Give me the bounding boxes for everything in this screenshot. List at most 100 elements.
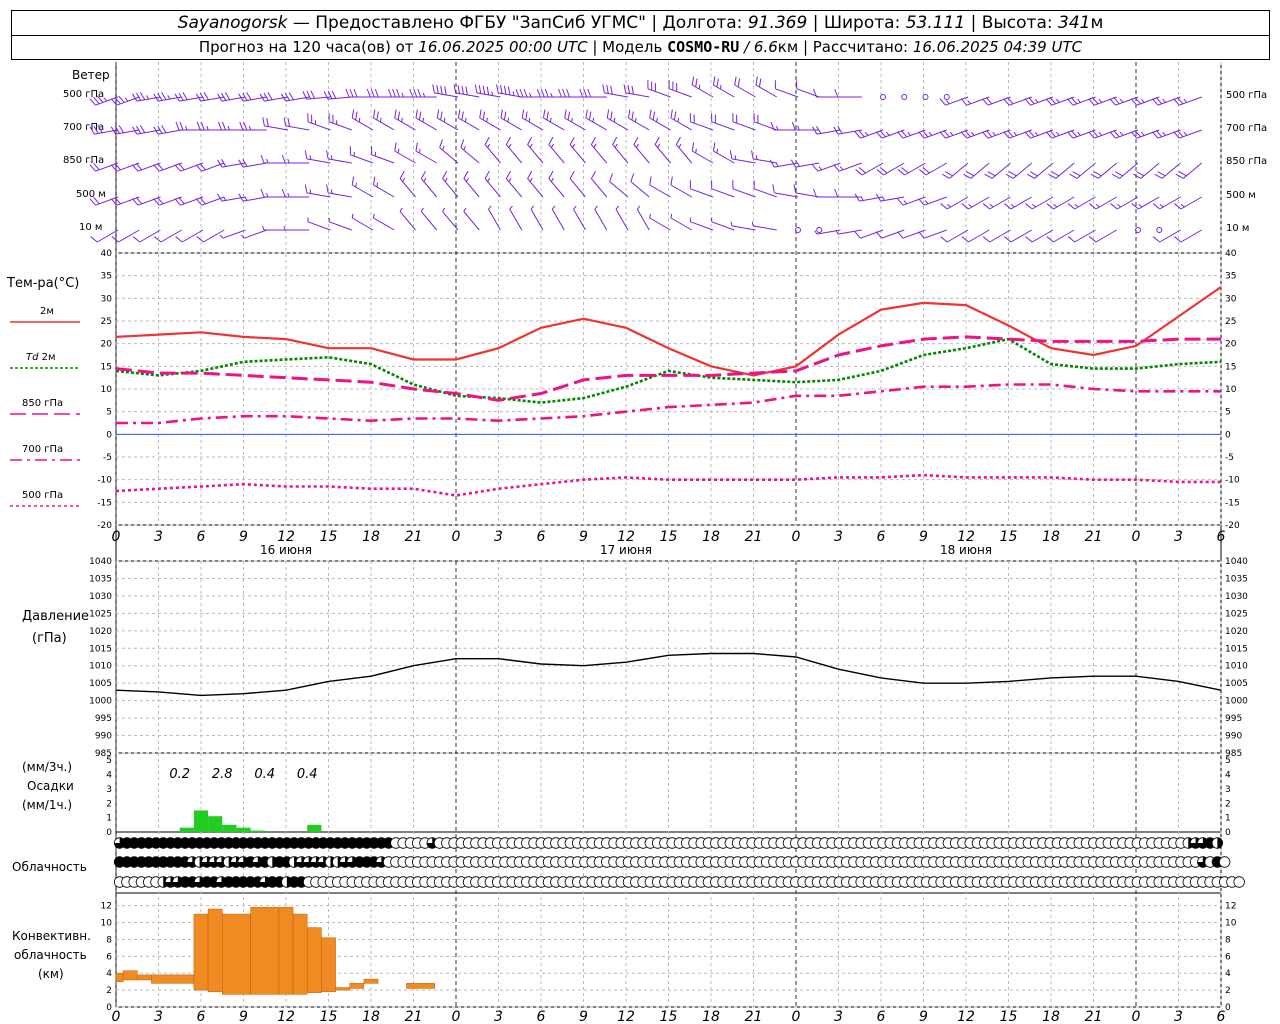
wind-barb-feather <box>712 76 716 86</box>
wind-barb-feather <box>858 130 865 138</box>
wind-barb-feather <box>413 88 418 98</box>
wind-barb-feather <box>737 78 741 88</box>
time-tick-label-bottom: 3 <box>494 1009 503 1024</box>
time-tick-label-bottom: 3 <box>154 1009 163 1024</box>
wind-barb-feather <box>944 171 953 177</box>
wind-barb-feather <box>630 173 635 182</box>
wind-barb-shaft <box>590 178 608 198</box>
wind-barb-feather <box>548 170 554 179</box>
wind-barb-feather <box>1025 203 1033 210</box>
wind-barb-half-feather <box>677 117 680 123</box>
wind-barb-feather <box>1070 130 1078 138</box>
wind-barb-feather <box>503 85 507 95</box>
wind-barb-shaft <box>670 217 693 231</box>
wind-barb-shaft <box>902 229 926 239</box>
wind-barb-half-feather <box>656 117 658 123</box>
time-tick-label-bottom: 21 <box>405 1009 423 1024</box>
wind-barb-half-feather <box>1034 98 1039 103</box>
conv-tick-left: 6 <box>106 952 112 962</box>
wind-barb-feather <box>349 88 354 98</box>
pressure-tick-left: 1035 <box>89 574 112 584</box>
wind-barb-feather <box>982 203 991 210</box>
wind-barb-half-feather <box>422 92 426 98</box>
wind-barb-feather <box>93 97 100 105</box>
temp-tick-right: 10 <box>1225 385 1237 395</box>
convective-cloud-bar <box>122 970 138 981</box>
wind-barb-shaft <box>181 229 204 243</box>
temp-tick-right: 5 <box>1225 408 1231 418</box>
wind-barb-shaft <box>551 208 565 231</box>
wind-barb-feather <box>218 121 222 131</box>
convective-cloud-bar <box>278 907 294 995</box>
wind-barb-feather <box>610 111 613 121</box>
wind-barb-feather <box>579 88 584 98</box>
wind-barb-feather <box>670 109 673 119</box>
wind-barb-feather <box>388 88 392 98</box>
day-label: 18 июня <box>940 543 992 557</box>
wind-barb-feather <box>544 88 549 98</box>
wind-barb-feather <box>897 131 904 139</box>
time-tick-label: 18 <box>702 529 720 545</box>
precip-bar <box>208 816 223 832</box>
wind-barb-half-feather <box>649 213 651 219</box>
pressure-tick-right: 1030 <box>1225 592 1248 602</box>
time-tick-label: 3 <box>494 529 503 545</box>
time-tick-label-bottom: 12 <box>957 1009 975 1024</box>
wind-barb-feather <box>984 173 993 179</box>
wind-barb-feather <box>89 198 96 206</box>
wind-barb-feather <box>1174 236 1182 243</box>
wind-barb-feather <box>461 85 464 95</box>
wind-barb-feather <box>1026 173 1035 179</box>
time-tick-label-bottom: 18 <box>702 1009 720 1024</box>
time-tick-label: 6 <box>1217 529 1226 545</box>
wind-barb-feather <box>222 121 226 131</box>
wind-barb-feather <box>606 109 610 119</box>
wind-barb-feather <box>1113 130 1120 138</box>
wind-barb-feather <box>1024 98 1031 106</box>
wind-barb-feather <box>1178 171 1187 177</box>
convective-cloud-bar <box>321 937 336 993</box>
wind-barb-half-feather <box>330 155 333 160</box>
temp-tick-left: -5 <box>103 453 112 463</box>
wind-barb-feather <box>453 84 457 93</box>
wind-barb-half-feather <box>1159 203 1164 208</box>
precip-tick-left: 4 <box>106 771 112 781</box>
temp-tick-left: 10 <box>101 385 113 395</box>
wind-barb-half-feather <box>463 145 466 151</box>
time-tick-label-bottom: 0 <box>452 1009 461 1024</box>
wind-barb-feather <box>1152 203 1161 210</box>
wind-barb-shaft <box>968 229 990 243</box>
time-tick-label-bottom: 6 <box>537 1009 546 1024</box>
wind-barb-shaft <box>946 229 969 243</box>
time-tick-label-bottom: 15 <box>1000 1009 1018 1024</box>
temp-tick-right: 15 <box>1225 362 1236 372</box>
convective-bars <box>115 907 435 995</box>
temp-tick-right: 35 <box>1225 272 1236 282</box>
wind-barb-feather <box>673 111 677 121</box>
wind-barb-feather <box>161 125 167 134</box>
temp-tick-left: -20 <box>97 521 112 531</box>
temp-tick-right: 25 <box>1225 317 1236 327</box>
wind-barb-feather <box>939 98 946 106</box>
wind-barb-feather <box>1067 131 1074 139</box>
wind-barb-half-feather <box>443 117 446 123</box>
convective-cloud-bar <box>349 983 365 989</box>
wind-barb-half-feather <box>401 92 404 98</box>
wind-barb-feather <box>858 167 866 174</box>
wind-barb-feather <box>633 136 639 145</box>
wind-barb-half-feather <box>103 97 108 102</box>
wind-barb-feather <box>1175 173 1184 179</box>
wind-level-right-label: 700 гПа <box>1226 123 1267 134</box>
wind-barb-shaft <box>649 217 671 231</box>
wind-barb-half-feather <box>1077 131 1081 136</box>
time-tick-label-bottom: 9 <box>919 1009 928 1024</box>
wind-barb-half-feather <box>1138 203 1143 208</box>
wind-barb-feather <box>457 85 461 94</box>
time-tick-label-bottom: 3 <box>1174 1009 1183 1024</box>
temp-tick-right: -10 <box>1225 476 1240 486</box>
wind-barb-half-feather <box>839 166 844 171</box>
wind-barb-feather <box>182 92 188 101</box>
wind-barb-feather <box>260 188 265 198</box>
wind-barb-feather <box>263 92 269 101</box>
wind-barb-feather <box>536 88 541 98</box>
